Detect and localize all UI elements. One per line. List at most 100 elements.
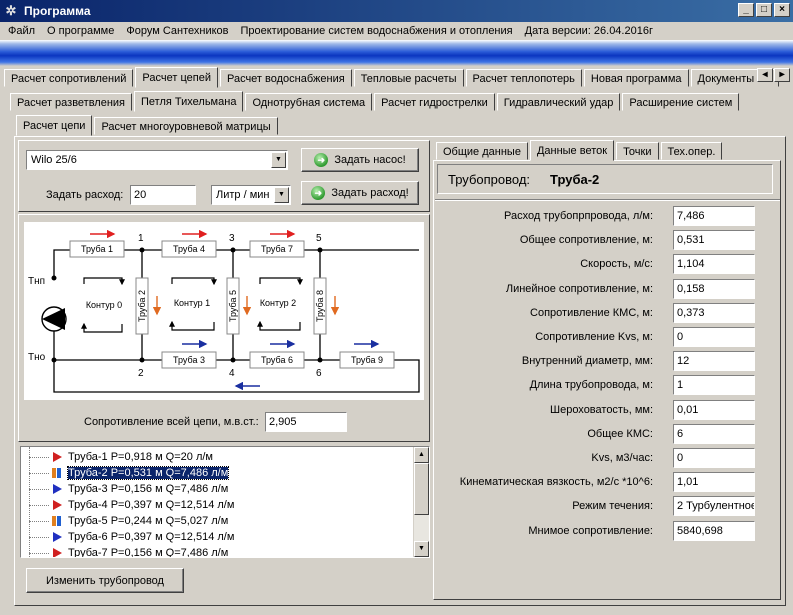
tnp-label: Тнп — [28, 276, 45, 287]
menu-version[interactable]: Дата версии: 26.04.2016г — [519, 25, 659, 37]
pipe-4-label[interactable]: Труба 4 — [173, 244, 205, 254]
node-3-label: 3 — [229, 233, 235, 244]
minimize-button[interactable]: _ — [738, 3, 754, 17]
menu-about[interactable]: О программе — [41, 25, 120, 37]
property-value[interactable]: 6 — [673, 423, 755, 444]
tree-item-label: Труба-7 P=0,156 м Q=7,486 л/м — [68, 547, 229, 558]
tab-tichelmann[interactable]: Петля Тихельмана — [134, 91, 244, 112]
flow-unit-select[interactable]: Литр / мин ▼ — [211, 185, 291, 205]
tree-item-label: Труба-3 P=0,156 м Q=7,486 л/м — [68, 483, 229, 495]
pipe-header-value: Труба-2 — [550, 172, 600, 187]
scroll-down-icon[interactable]: ▼ — [414, 541, 429, 557]
tree-connector — [29, 553, 49, 554]
loop-arrow-icon — [171, 277, 217, 286]
tab-water-hammer[interactable]: Гидравлический удар — [496, 93, 621, 111]
menu-forum[interactable]: Форум Сантехников — [120, 25, 234, 37]
property-label: Сопротивление КМС, м: — [530, 306, 653, 319]
property-value[interactable]: 1 — [673, 375, 755, 396]
property-value[interactable]: 0 — [673, 327, 755, 347]
property-value[interactable]: 1,104 — [673, 254, 755, 275]
tab-circuit-calc[interactable]: Расчет цепи — [16, 115, 93, 136]
property-label: Режим течения: — [572, 500, 653, 513]
set-pump-button[interactable]: ➜ Задать насос! — [301, 148, 419, 172]
tree-item[interactable]: Труба-4 P=0,397 м Q=12,514 л/м — [29, 497, 234, 513]
tree-connector — [29, 505, 49, 506]
flow-unit-value: Литр / мин — [216, 189, 270, 201]
loop-arrow-icon — [81, 322, 123, 333]
properties-list: Расход трубопрпровода, л/м: 7,486 Общее со… — [437, 206, 777, 546]
tab-water-supply[interactable]: Расчет водоснабжения — [219, 69, 352, 87]
tab-circuits[interactable]: Расчет цепей — [135, 67, 218, 88]
pipe-7-label[interactable]: Труба 7 — [261, 244, 293, 254]
tab-matrix-calc[interactable]: Расчет многоуровневой матрицы — [94, 117, 278, 135]
tab-thermal[interactable]: Тепловые расчеты — [353, 69, 464, 87]
property-value[interactable]: 0 — [673, 448, 755, 468]
tree-item[interactable]: Труба-2 P=0,531 м Q=7,486 л/м — [29, 465, 230, 481]
property-label: Внутренний диаметр, мм: — [521, 355, 653, 368]
tab-branch-data[interactable]: Данные веток — [529, 140, 615, 161]
pipe-6-label[interactable]: Труба 6 — [261, 355, 293, 365]
tab-new-program[interactable]: Новая программа — [583, 69, 689, 87]
pump-select[interactable]: Wilo 25/6 ▼ — [26, 150, 288, 170]
tab-points[interactable]: Точки — [616, 142, 659, 160]
pipe-9-label[interactable]: Труба 9 — [351, 355, 383, 365]
pump-icon[interactable] — [41, 306, 67, 332]
set-flow-button[interactable]: ➜ Задать расход! — [301, 181, 419, 205]
property-label: Kvs, м3/час: — [591, 452, 653, 464]
bar-icon — [51, 515, 63, 527]
loop-arrow-icon — [169, 320, 215, 331]
total-resistance-value: 2,905 — [265, 412, 347, 432]
pipe-2-label[interactable]: Труба 2 — [137, 290, 147, 322]
tab-single-pipe[interactable]: Однотрубная система — [245, 93, 373, 111]
chevron-down-icon[interactable]: ▼ — [271, 152, 286, 168]
menu-file[interactable]: Файл — [2, 25, 41, 37]
tab-scroll-left-icon[interactable]: ◂ — [757, 68, 773, 82]
loop-arrow-icon — [257, 320, 301, 331]
tab-scroll-right-icon[interactable]: ▸ — [774, 68, 790, 82]
pipe-tree[interactable]: Труба-1 P=0,918 м Q=20 л/м Труба-2 P=0,53… — [20, 446, 430, 558]
chevron-down-icon[interactable]: ▼ — [274, 187, 289, 203]
tree-item-label: Труба-1 P=0,918 м Q=20 л/м — [68, 451, 213, 463]
property-label: Скорость, м/с: — [580, 258, 653, 271]
property-value[interactable]: 0,158 — [673, 278, 755, 299]
property-value[interactable]: 12 — [673, 351, 755, 372]
scroll-up-icon[interactable]: ▲ — [414, 447, 429, 463]
pump-value: Wilo 25/6 — [31, 154, 77, 166]
bar-icon — [51, 467, 63, 479]
property-value[interactable]: 1,01 — [673, 472, 755, 493]
property-value[interactable]: 5840,698 — [673, 520, 755, 541]
pipe-5-label[interactable]: Труба 5 — [228, 290, 238, 322]
tab-hydro-separator[interactable]: Расчет гидрострелки — [374, 93, 495, 111]
tab-general-data[interactable]: Общие данные — [436, 142, 528, 160]
tab-expansion[interactable]: Расширение систем — [622, 93, 740, 111]
tree-item[interactable]: Труба-1 P=0,918 м Q=20 л/м — [29, 449, 213, 465]
property-value[interactable]: 7,486 — [673, 206, 755, 226]
property-value[interactable]: 0,531 — [673, 230, 755, 251]
pipe-1-label[interactable]: Труба 1 — [81, 244, 113, 254]
pipe-3-label[interactable]: Труба 3 — [173, 355, 205, 365]
tree-item[interactable]: Труба-5 P=0,244 м Q=5,027 л/м — [29, 513, 228, 529]
property-label: Кинематическая вязкость, м2/с *10^6: — [459, 476, 653, 489]
property-value[interactable]: 0,01 — [673, 399, 755, 420]
tab-branching[interactable]: Расчет разветвления — [10, 93, 133, 111]
tree-item[interactable]: Труба-7 P=0,156 м Q=7,486 л/м — [29, 545, 229, 558]
property-label: Общее КМС: — [587, 427, 653, 440]
tree-scrollbar[interactable]: ▲ ▼ — [413, 447, 429, 557]
blue-flag-icon — [51, 483, 63, 495]
flow-input[interactable]: 20 — [130, 185, 196, 205]
loop-arrow-icon — [259, 277, 303, 286]
maximize-button[interactable]: □ — [756, 3, 772, 17]
property-value[interactable]: 2 Турбулентное — [673, 496, 755, 517]
close-button[interactable]: × — [774, 3, 790, 17]
pipe-8-label[interactable]: Труба 8 — [315, 290, 325, 322]
loop-2-label: Контур 2 — [260, 298, 296, 308]
tab-tech-ops[interactable]: Тех.опер. — [660, 142, 723, 160]
scroll-thumb[interactable] — [414, 463, 429, 515]
menu-design[interactable]: Проектирование систем водоснабжения и от… — [234, 25, 518, 37]
change-pipe-button[interactable]: Изменить трубопровод — [26, 568, 184, 593]
tree-item[interactable]: Труба-6 P=0,397 м Q=12,514 л/м — [29, 529, 234, 545]
tab-resistances[interactable]: Расчет сопротивлений — [4, 69, 134, 87]
tree-item[interactable]: Труба-3 P=0,156 м Q=7,486 л/м — [29, 481, 229, 497]
property-value[interactable]: 0,373 — [673, 302, 755, 323]
tab-heat-loss[interactable]: Расчет теплопотерь — [465, 69, 582, 87]
